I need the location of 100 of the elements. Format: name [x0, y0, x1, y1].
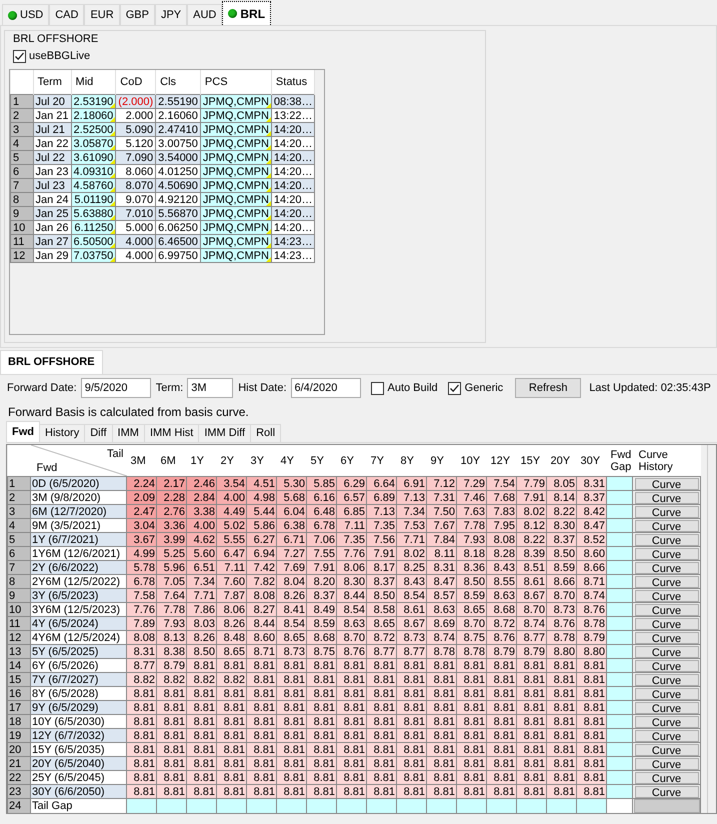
view-tab[interactable]: Roll [251, 424, 282, 442]
table-cell: Tail Gap [30, 798, 126, 813]
field-label: Forward Date: [7, 382, 77, 394]
table-cell: 5.56870 [156, 206, 200, 220]
column-header[interactable]: 6M [156, 445, 186, 476]
view-tab[interactable]: IMM Hist [144, 424, 200, 442]
table-cell: 5.120 [116, 136, 156, 150]
table-cell: 14:20… [271, 122, 315, 136]
column-header[interactable]: 8Y [396, 445, 426, 476]
currency-tab[interactable]: EUR [84, 4, 120, 25]
panel-tab[interactable]: BRL OFFSHORE [0, 350, 103, 374]
table-cell: 5.96 [156, 560, 186, 574]
table-cell: 8.76 [546, 616, 576, 630]
table-cell: 8.81 [486, 714, 516, 728]
curve-button[interactable]: Curve [634, 576, 698, 588]
currency-tab[interactable]: CAD [49, 4, 84, 25]
curve-button[interactable]: Curve [634, 772, 698, 784]
table-cell: 3.36 [156, 518, 186, 532]
column-header[interactable]: 2Y [216, 445, 246, 476]
column-header[interactable]: 1Y [186, 445, 216, 476]
column-header[interactable]: 15Y [516, 445, 546, 476]
curve-button[interactable]: Curve [634, 618, 698, 630]
curve-button[interactable]: Curve [634, 632, 698, 644]
table-cell: 1Y6M (12/6/2021) [30, 546, 126, 560]
currency-tab[interactable]: BRL [222, 1, 272, 25]
view-tab[interactable]: IMM Diff [199, 424, 252, 442]
table-cell: 8.81 [486, 784, 516, 798]
table-cell: 6.78 [126, 574, 156, 588]
view-tab[interactable]: Diff [85, 424, 113, 442]
column-header[interactable]: Mid [71, 70, 116, 94]
curve-button[interactable]: Curve [634, 716, 698, 728]
table-cell: 7Y (6/7/2027) [30, 672, 126, 686]
row-number: 23 [8, 784, 30, 798]
table-cell: JPMQ,CMPN [200, 122, 272, 136]
curve-button[interactable]: Curve [634, 604, 698, 616]
curve-button[interactable]: Curve [634, 562, 698, 574]
date-field[interactable]: 9/5/2020 [80, 378, 151, 398]
curve-button[interactable]: Curve [634, 744, 698, 756]
column-header[interactable]: 7Y [366, 445, 396, 476]
curve-button[interactable]: Curve [634, 548, 698, 560]
curve-button[interactable]: Curve [634, 660, 698, 672]
view-tab[interactable]: Fwd [6, 421, 40, 442]
column-header[interactable]: Fwd Gap [606, 445, 632, 476]
view-tab[interactable]: IMM [112, 424, 145, 442]
column-header[interactable]: 30Y [576, 445, 606, 476]
curve-button[interactable]: Curve [634, 534, 698, 546]
curve-button[interactable]: Curve [634, 758, 698, 770]
table-cell: 7.91 [306, 560, 336, 574]
column-header[interactable]: 4Y [276, 445, 306, 476]
curve-button[interactable]: Curve [634, 674, 698, 686]
curve-button[interactable]: Curve [634, 506, 698, 518]
table-cell: 8.81 [486, 756, 516, 770]
currency-tab[interactable]: GBP [120, 4, 155, 25]
refresh-button[interactable]: Refresh [515, 378, 582, 398]
column-header[interactable]: 9Y [426, 445, 456, 476]
curve-button[interactable]: Curve [634, 786, 698, 798]
table-cell: 8.81 [216, 686, 246, 700]
column-header[interactable]: 3Y [246, 445, 276, 476]
term-field[interactable]: 3M [187, 378, 234, 398]
column-header[interactable]: Cls [156, 70, 200, 94]
curve-button[interactable]: Curve [634, 688, 698, 700]
column-header[interactable]: CoD [116, 70, 156, 94]
currency-tab[interactable]: USD [2, 4, 50, 25]
date-field[interactable]: 6/4/2020 [290, 378, 360, 398]
curve-button[interactable]: Curve [634, 520, 698, 532]
table-cell: 8.04 [276, 574, 306, 588]
column-header[interactable]: 12Y [486, 445, 516, 476]
view-tab[interactable]: History [40, 424, 86, 442]
column-header[interactable]: Curve History [632, 445, 700, 476]
row-number: 4 [10, 136, 33, 150]
column-header[interactable]: 6Y [336, 445, 366, 476]
table-cell: 2.47410 [156, 122, 200, 136]
table-cell: 8.81 [426, 756, 456, 770]
table-cell: 8.63 [336, 616, 366, 630]
curve-button[interactable]: Curve [634, 702, 698, 714]
table-cell: 8.81 [246, 770, 276, 784]
column-header[interactable]: 20Y [546, 445, 576, 476]
currency-tab[interactable]: JPY [154, 4, 188, 25]
table-cell: 8.81 [486, 700, 516, 714]
curve-button[interactable]: Curve [634, 646, 698, 658]
column-header[interactable]: 10Y [456, 445, 486, 476]
column-header[interactable]: PCS [200, 70, 272, 94]
checkbox[interactable] [370, 382, 384, 394]
checkbox[interactable] [448, 382, 461, 394]
curve-button[interactable]: Curve [634, 590, 698, 602]
table-cell: 8.81 [276, 686, 306, 700]
curve-button[interactable]: Curve [634, 478, 698, 490]
table-cell: 8.28 [486, 546, 516, 560]
curve-button[interactable]: Curve [634, 492, 698, 504]
table-cell: 8.81 [546, 756, 576, 770]
column-header[interactable]: Status [271, 70, 315, 94]
column-header[interactable]: 3M [126, 445, 156, 476]
column-header[interactable]: 5Y [306, 445, 336, 476]
curve-button[interactable]: Curve [634, 730, 698, 742]
checkbox[interactable] [13, 50, 26, 62]
column-header[interactable]: Term [33, 70, 72, 94]
currency-tab[interactable]: AUD [187, 4, 222, 25]
table-cell: 8.37 [546, 532, 576, 546]
row-number: 11 [10, 234, 33, 248]
table-cell: 8.82 [216, 672, 246, 686]
